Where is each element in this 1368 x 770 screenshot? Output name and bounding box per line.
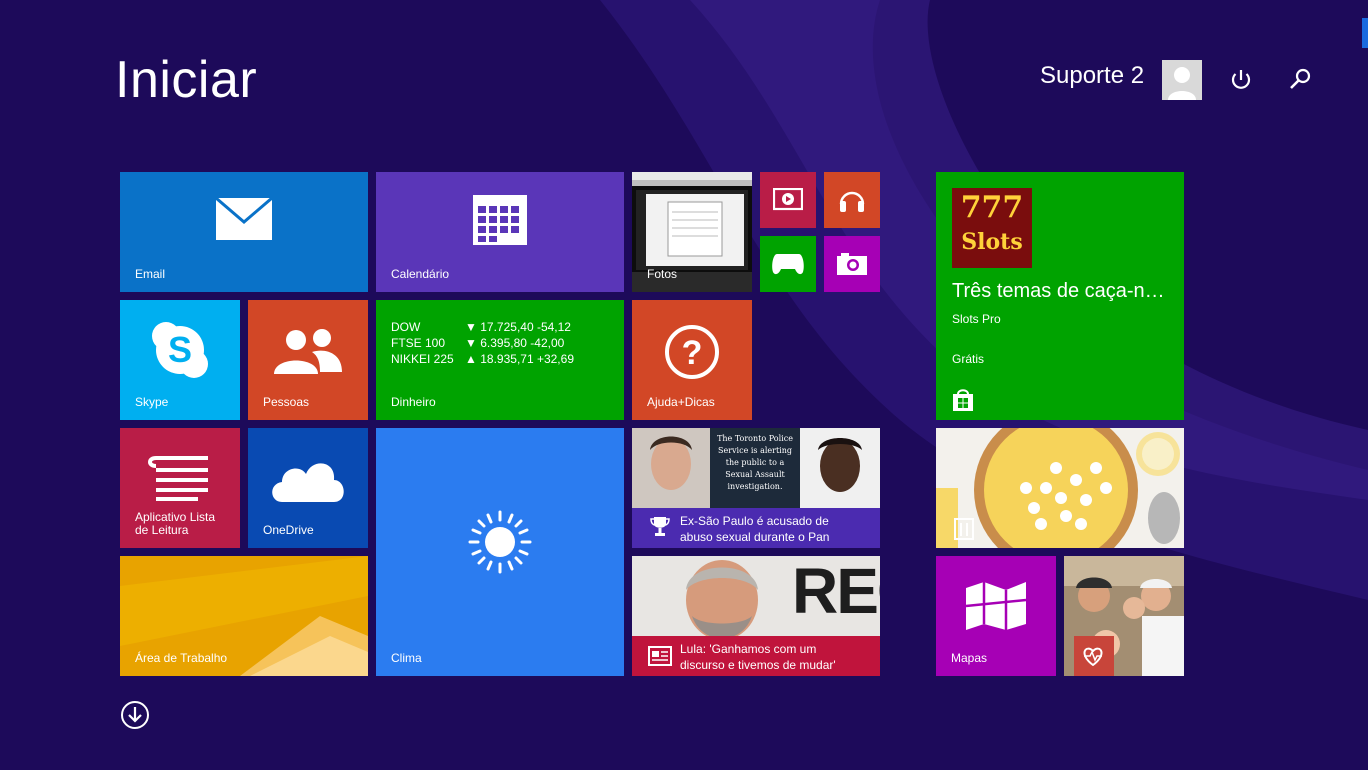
stock-name: DOW [391,320,421,334]
tile-label: Aplicativo Lista de Leitura [135,510,216,537]
tile-video[interactable] [760,172,816,228]
tile-label: Email [135,267,166,281]
tile-label: Pessoas [263,395,310,409]
stock-value: 6.395,80 -42,00 [480,336,565,350]
question-mark-icon: ? [665,325,719,379]
news-headline: Lula: 'Ganhamos com um discurso e tivemo… [680,642,836,672]
tile-camera[interactable] [824,236,880,292]
stock-row: NIKKEI 225 [391,352,454,366]
tile-label: Fotos [647,267,678,281]
tile-reading-list[interactable]: Aplicativo Lista de Leitura [120,428,240,548]
tile-food[interactable] [936,428,1184,548]
news-photo-caption: REC [792,556,880,627]
store-headline: Três temas de caça-n… [952,280,1165,302]
slots-logo-number: 777 [960,190,1024,225]
tile-label: Área de Trabalho [135,651,228,665]
headphones-icon [839,191,865,212]
calendar-icon [473,195,527,245]
tile-photo-people[interactable] [1064,556,1184,676]
tile-games[interactable] [760,236,816,292]
tile-label: OneDrive [263,523,314,537]
mail-icon [216,198,272,240]
game-controller-icon [772,254,804,275]
health-heart-icon [1083,647,1103,666]
avatar[interactable] [1162,60,1202,100]
stock-arrow: ▲ [465,352,477,366]
tile-email[interactable]: Email [120,172,368,292]
news-photo-caption: The Toronto Police Service is alerting t… [717,434,793,491]
tile-label: Dinheiro [391,395,436,409]
stock-row: ▼ 17.725,40 -54,12 [465,320,571,334]
svg-text:S: S [168,329,192,370]
user-silhouette-icon [1168,67,1196,100]
stock-row: FTSE 100 [391,336,445,350]
stock-arrow: ▼ [465,336,477,350]
tile-store[interactable]: 777 Slots Três temas de caça-n… Slots Pr… [936,172,1184,420]
tile-onedrive[interactable]: OneDrive [248,428,368,548]
stock-value: 18.935,71 +32,69 [480,352,574,366]
store-bag-icon [953,389,973,411]
tile-maps[interactable]: Mapas [936,556,1056,676]
tile-desktop[interactable]: Área de Trabalho [120,556,368,676]
trophy-icon [650,517,670,536]
sun-icon [468,510,532,574]
stock-row: ▲ 18.935,71 +32,69 [465,352,574,366]
slots-logo-word: Slots [961,229,1023,255]
tile-label: Mapas [951,651,988,665]
tile-skype[interactable]: S Skype [120,300,240,420]
tile-label: Ajuda+Dicas [647,395,715,409]
tile-people[interactable]: Pessoas [248,300,368,420]
tile-calendar[interactable]: Calendário [376,172,624,292]
svg-text:?: ? [682,334,703,372]
search-icon[interactable] [1286,66,1314,94]
news-bar: Ex-São Paulo é acusado de abuso sexual d… [632,508,880,548]
food-drink-icon [954,518,974,540]
stock-arrow: ▼ [465,320,477,334]
tile-photos[interactable]: Fotos [632,172,752,292]
reading-list-icon [148,456,208,501]
stock-name: NIKKEI 225 [391,352,454,366]
newspaper-icon [648,646,672,666]
scroll-down-icon[interactable] [120,700,150,730]
stock-row: DOW [391,320,420,334]
power-icon[interactable] [1227,66,1255,94]
news-headline: Ex-São Paulo é acusado de abuso sexual d… [680,514,830,544]
stock-value: 17.725,40 -54,12 [480,320,571,334]
tile-news-politics[interactable]: REC Lula: 'Ganhamos com um discurso e ti… [632,556,880,676]
cloud-icon [272,463,344,502]
slots-app-logo: 777 Slots [952,188,1032,268]
store-app-name: Slots Pro [952,312,1001,326]
tile-label: Calendário [391,267,450,281]
stock-name: FTSE 100 [391,336,446,350]
camera-icon [837,253,867,275]
tile-money[interactable]: DOW ▼ 17.725,40 -54,12 FTSE 100 ▼ 6.395,… [376,300,624,420]
news-bar: Lula: 'Ganhamos com um discurso e tivemo… [632,636,880,676]
stock-row: ▼ 6.395,80 -42,00 [465,336,564,350]
people-icon [274,329,342,374]
page-title: Iniciar [115,51,258,109]
tile-label: Skype [135,395,169,409]
tile-music[interactable] [824,172,880,228]
video-icon [773,188,803,211]
tile-news-sport[interactable]: The Toronto Police Service is alerting t… [632,428,880,548]
tile-label: Clima [391,651,422,665]
skype-icon: S [152,322,208,378]
tile-weather[interactable]: Clima [376,428,624,676]
user-name[interactable]: Suporte 2 [1040,62,1144,90]
store-price: Grátis [952,352,985,366]
tile-help[interactable]: ? Ajuda+Dicas [632,300,752,420]
map-icon [965,582,1027,630]
